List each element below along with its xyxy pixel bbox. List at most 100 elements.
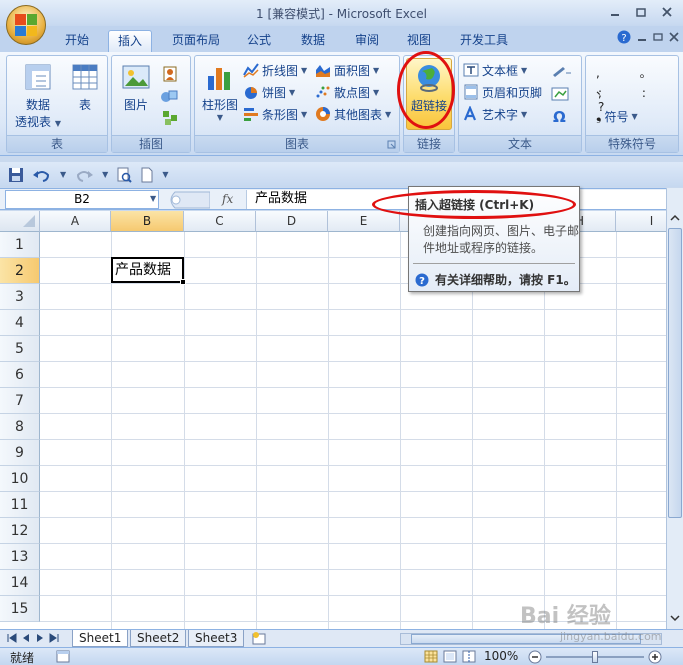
column-header-e[interactable]: E: [328, 211, 400, 232]
insert-sheet-icon[interactable]: [250, 631, 270, 646]
customize-qat-icon[interactable]: ▼: [162, 170, 168, 179]
ribbon-restore-icon[interactable]: [653, 32, 663, 42]
row-header-13[interactable]: 13: [0, 544, 40, 570]
pivot-table-button[interactable]: 数据 透视表 ▼: [13, 62, 63, 130]
tab-view[interactable]: 视图: [398, 30, 440, 52]
row-header-15[interactable]: 15: [0, 596, 40, 622]
scatter-chart-button[interactable]: 散点图 ▼: [315, 82, 379, 102]
restore-button[interactable]: [629, 3, 653, 21]
row-header-6[interactable]: 6: [0, 362, 40, 388]
scroll-up-icon[interactable]: [669, 212, 681, 224]
column-header-d[interactable]: D: [256, 211, 328, 232]
pivot-table-label-2: 透视表 ▼: [15, 113, 61, 130]
column-header-c[interactable]: C: [184, 211, 256, 232]
row-header-9[interactable]: 9: [0, 440, 40, 466]
row-header-12[interactable]: 12: [0, 518, 40, 544]
tab-formulas[interactable]: 公式: [238, 30, 280, 52]
tab-developer[interactable]: 开发工具: [452, 30, 516, 52]
redo-dropdown-icon[interactable]: ▼: [102, 170, 108, 179]
area-chart-button[interactable]: 面积图 ▼: [315, 60, 379, 80]
zoom-in-icon[interactable]: [648, 650, 662, 664]
tab-page-layout[interactable]: 页面布局: [164, 30, 228, 52]
column-header-b[interactable]: B: [111, 211, 184, 232]
column-header-i[interactable]: I: [616, 211, 666, 232]
sheet-tab-sheet3[interactable]: Sheet3: [188, 630, 245, 647]
row-header-5[interactable]: 5: [0, 336, 40, 362]
window-controls: [603, 3, 679, 21]
zoom-out-icon[interactable]: [528, 650, 542, 664]
textbox-button[interactable]: 文本框 ▼: [463, 60, 527, 80]
row-header-2[interactable]: 2: [0, 258, 40, 284]
office-logo-icon: [15, 14, 37, 36]
tooltip-title: 插入超链接 (Ctrl+K): [415, 198, 535, 212]
active-cell-b2[interactable]: 产品数据: [111, 257, 184, 283]
undo-dropdown-icon[interactable]: ▼: [60, 170, 66, 179]
sheet-tab-sheet2[interactable]: Sheet2: [130, 630, 187, 647]
name-box[interactable]: B2: [5, 190, 159, 209]
tab-insert[interactable]: 插入: [108, 30, 152, 52]
ribbon-close-icon[interactable]: [669, 32, 679, 42]
last-sheet-icon[interactable]: [48, 632, 60, 644]
tab-review[interactable]: 审阅: [346, 30, 388, 52]
normal-view-icon[interactable]: [424, 650, 438, 663]
vertical-scrollbar[interactable]: [666, 188, 683, 629]
column-chart-button[interactable]: 柱形图 ▼: [199, 62, 241, 122]
smartart-icon[interactable]: [162, 110, 178, 126]
redo-icon[interactable]: [74, 167, 94, 183]
insert-function-button[interactable]: fx: [222, 192, 233, 206]
zoom-slider-thumb[interactable]: [592, 651, 598, 663]
ribbon-minimize-icon[interactable]: [637, 32, 647, 42]
object-icon[interactable]: [551, 86, 571, 102]
omega-symbol-icon[interactable]: Ω: [553, 108, 566, 126]
office-button[interactable]: [6, 5, 46, 45]
tab-data[interactable]: 数据: [292, 30, 334, 52]
signature-line-icon[interactable]: [551, 64, 573, 78]
picture-button[interactable]: 图片: [116, 62, 156, 113]
zoom-level[interactable]: 100%: [484, 649, 518, 663]
next-sheet-icon[interactable]: [34, 632, 46, 644]
row-header-8[interactable]: 8: [0, 414, 40, 440]
pivot-table-label-2-text: 透视表: [15, 115, 52, 129]
help-icon[interactable]: ?: [617, 30, 631, 44]
scroll-down-icon[interactable]: [669, 612, 681, 624]
dialog-launcher-icon[interactable]: [387, 140, 397, 150]
hyperlink-button[interactable]: 超链接: [406, 58, 452, 130]
row-header-11[interactable]: 11: [0, 492, 40, 518]
other-charts-button[interactable]: 其他图表 ▼: [315, 104, 391, 124]
print-preview-icon[interactable]: [116, 167, 133, 183]
shapes-icon[interactable]: [160, 88, 180, 104]
vertical-scroll-thumb[interactable]: [668, 228, 682, 518]
header-footer-button[interactable]: 页眉和页脚: [463, 82, 542, 102]
tab-home[interactable]: 开始: [58, 30, 96, 52]
column-header-a[interactable]: A: [40, 211, 111, 232]
table-button[interactable]: 表: [67, 62, 103, 113]
row-header-7[interactable]: 7: [0, 388, 40, 414]
close-button[interactable]: [655, 3, 679, 21]
undo-icon[interactable]: [32, 167, 52, 183]
row-header-10[interactable]: 10: [0, 466, 40, 492]
new-document-icon[interactable]: [140, 167, 154, 183]
bar-chart-button[interactable]: 条形图 ▼: [243, 104, 307, 124]
clip-art-icon[interactable]: [162, 66, 178, 82]
macro-record-icon[interactable]: [56, 650, 70, 663]
row-header-1[interactable]: 1: [0, 232, 40, 258]
wordart-button[interactable]: 艺术字 ▼: [463, 104, 527, 124]
pie-chart-button[interactable]: 饼图 ▼: [243, 82, 295, 102]
line-chart-button[interactable]: 折线图 ▼: [243, 60, 307, 80]
page-break-view-icon[interactable]: [462, 650, 476, 663]
row-header-4[interactable]: 4: [0, 310, 40, 336]
name-box-dropdown-icon[interactable]: ▼: [150, 194, 156, 203]
symbol-button[interactable]: ❟ 符号 ▼: [596, 106, 638, 126]
sheet-tab-sheet1[interactable]: Sheet1: [72, 630, 129, 647]
page-layout-view-icon[interactable]: [443, 650, 457, 663]
first-sheet-icon[interactable]: [6, 632, 18, 644]
fill-handle[interactable]: [180, 279, 186, 285]
row-header-3[interactable]: 3: [0, 284, 40, 310]
prev-sheet-icon[interactable]: [20, 632, 32, 644]
minimize-button[interactable]: [603, 3, 627, 21]
save-icon[interactable]: [8, 167, 24, 183]
select-all-corner[interactable]: [0, 211, 40, 232]
row-header-14[interactable]: 14: [0, 570, 40, 596]
column-chart-icon: [208, 68, 230, 90]
tooltip-help-text: 有关详细帮助，请按 F1。: [435, 273, 576, 287]
